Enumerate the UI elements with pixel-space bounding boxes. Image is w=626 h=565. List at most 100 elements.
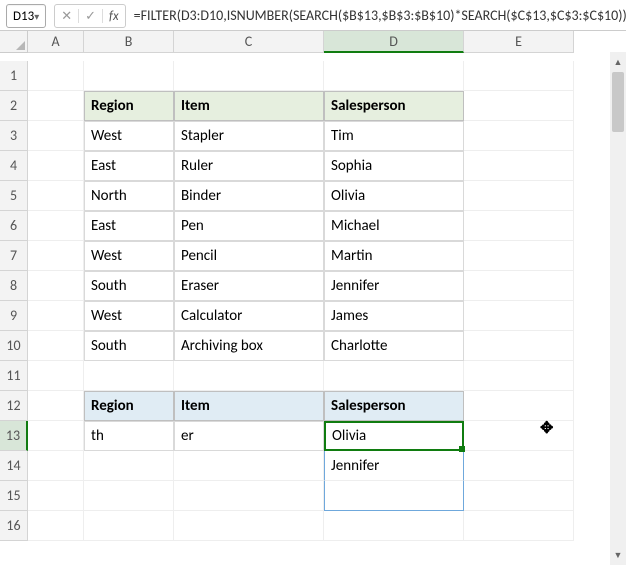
- row-15[interactable]: 15: [0, 481, 28, 511]
- vertical-scrollbar[interactable]: ▲ ▼: [610, 52, 626, 565]
- col-C[interactable]: C: [174, 31, 324, 53]
- table-row[interactable]: Stapler: [174, 121, 324, 151]
- cell[interactable]: [28, 61, 84, 91]
- cell[interactable]: [174, 481, 324, 511]
- table-row[interactable]: Martin: [324, 241, 464, 271]
- select-all-corner[interactable]: [0, 31, 28, 53]
- row-4[interactable]: 4: [0, 151, 28, 181]
- table-row[interactable]: Jennifer: [324, 271, 464, 301]
- cell[interactable]: [84, 451, 174, 481]
- criteria-header-region[interactable]: Region: [84, 391, 174, 421]
- cell[interactable]: [464, 91, 574, 121]
- row-1[interactable]: 1: [0, 61, 28, 91]
- cell[interactable]: [464, 511, 574, 541]
- row-12[interactable]: 12: [0, 391, 28, 421]
- table-row[interactable]: West: [84, 301, 174, 331]
- cell[interactable]: [84, 511, 174, 541]
- cell[interactable]: [324, 511, 464, 541]
- cell[interactable]: [28, 91, 84, 121]
- col-D[interactable]: D: [324, 31, 464, 53]
- row-7[interactable]: 7: [0, 241, 28, 271]
- cell[interactable]: [28, 271, 84, 301]
- table-row[interactable]: Charlotte: [324, 331, 464, 361]
- table-row[interactable]: Pen: [174, 211, 324, 241]
- cell[interactable]: [28, 481, 84, 511]
- cell[interactable]: [464, 151, 574, 181]
- row-9[interactable]: 9: [0, 301, 28, 331]
- cell[interactable]: [28, 151, 84, 181]
- col-A[interactable]: A: [28, 31, 84, 53]
- cell[interactable]: [28, 361, 84, 391]
- cell[interactable]: [464, 391, 574, 421]
- table-row[interactable]: Eraser: [174, 271, 324, 301]
- row-6[interactable]: 6: [0, 211, 28, 241]
- cell[interactable]: [28, 211, 84, 241]
- header-region[interactable]: Region: [84, 91, 174, 121]
- criteria-header-sales[interactable]: Salesperson: [324, 391, 464, 421]
- table-row[interactable]: East: [84, 211, 174, 241]
- col-E[interactable]: E: [464, 31, 574, 53]
- table-row[interactable]: West: [84, 121, 174, 151]
- cell[interactable]: [174, 61, 324, 91]
- cell[interactable]: [84, 481, 174, 511]
- cell[interactable]: [464, 271, 574, 301]
- cell[interactable]: [464, 421, 574, 451]
- cell[interactable]: [464, 241, 574, 271]
- cell[interactable]: [174, 451, 324, 481]
- formula-input[interactable]: =FILTER(D3:D10,ISNUMBER(SEARCH($B$13,$B$…: [134, 4, 626, 25]
- cell[interactable]: [28, 301, 84, 331]
- row-13[interactable]: 13: [0, 421, 28, 451]
- cell[interactable]: [28, 121, 84, 151]
- scroll-thumb[interactable]: [612, 72, 624, 132]
- cell[interactable]: [464, 481, 574, 511]
- cell[interactable]: [464, 61, 574, 91]
- fx-icon[interactable]: fx: [109, 9, 119, 24]
- cell[interactable]: [324, 61, 464, 91]
- cell[interactable]: [464, 181, 574, 211]
- table-row[interactable]: North: [84, 181, 174, 211]
- row-8[interactable]: 8: [0, 271, 28, 301]
- table-row[interactable]: West: [84, 241, 174, 271]
- row-5[interactable]: 5: [0, 181, 28, 211]
- row-14[interactable]: 14: [0, 451, 28, 481]
- table-row[interactable]: East: [84, 151, 174, 181]
- table-row[interactable]: South: [84, 271, 174, 301]
- row-2[interactable]: 2: [0, 91, 28, 121]
- table-row[interactable]: Olivia: [324, 181, 464, 211]
- table-row[interactable]: Binder: [174, 181, 324, 211]
- cancel-icon[interactable]: ✕: [61, 9, 72, 24]
- active-cell[interactable]: Olivia: [324, 421, 464, 451]
- scroll-up-icon[interactable]: ▲: [610, 54, 626, 70]
- criteria-header-item[interactable]: Item: [174, 391, 324, 421]
- table-row[interactable]: Tim: [324, 121, 464, 151]
- row-16[interactable]: 16: [0, 511, 28, 541]
- cell[interactable]: [464, 361, 574, 391]
- table-row[interactable]: Archiving box: [174, 331, 324, 361]
- cell[interactable]: [464, 331, 574, 361]
- row-10[interactable]: 10: [0, 331, 28, 361]
- criteria-item[interactable]: er: [174, 421, 324, 451]
- table-row[interactable]: Pencil: [174, 241, 324, 271]
- cell[interactable]: [464, 211, 574, 241]
- cell[interactable]: [28, 241, 84, 271]
- table-row[interactable]: Calculator: [174, 301, 324, 331]
- table-row[interactable]: Sophia: [324, 151, 464, 181]
- cell[interactable]: [84, 61, 174, 91]
- cell[interactable]: [464, 121, 574, 151]
- cell[interactable]: [174, 511, 324, 541]
- cell[interactable]: [28, 451, 84, 481]
- cell[interactable]: [28, 391, 84, 421]
- col-B[interactable]: B: [84, 31, 174, 53]
- cell[interactable]: [174, 361, 324, 391]
- cell[interactable]: [324, 361, 464, 391]
- criteria-region[interactable]: th: [84, 421, 174, 451]
- spill-cell[interactable]: [324, 481, 464, 511]
- header-sales[interactable]: Salesperson: [324, 91, 464, 121]
- table-row[interactable]: Michael: [324, 211, 464, 241]
- table-row[interactable]: James: [324, 301, 464, 331]
- cell[interactable]: [28, 511, 84, 541]
- cell[interactable]: [28, 181, 84, 211]
- table-row[interactable]: Ruler: [174, 151, 324, 181]
- cell[interactable]: [28, 331, 84, 361]
- cell[interactable]: [464, 301, 574, 331]
